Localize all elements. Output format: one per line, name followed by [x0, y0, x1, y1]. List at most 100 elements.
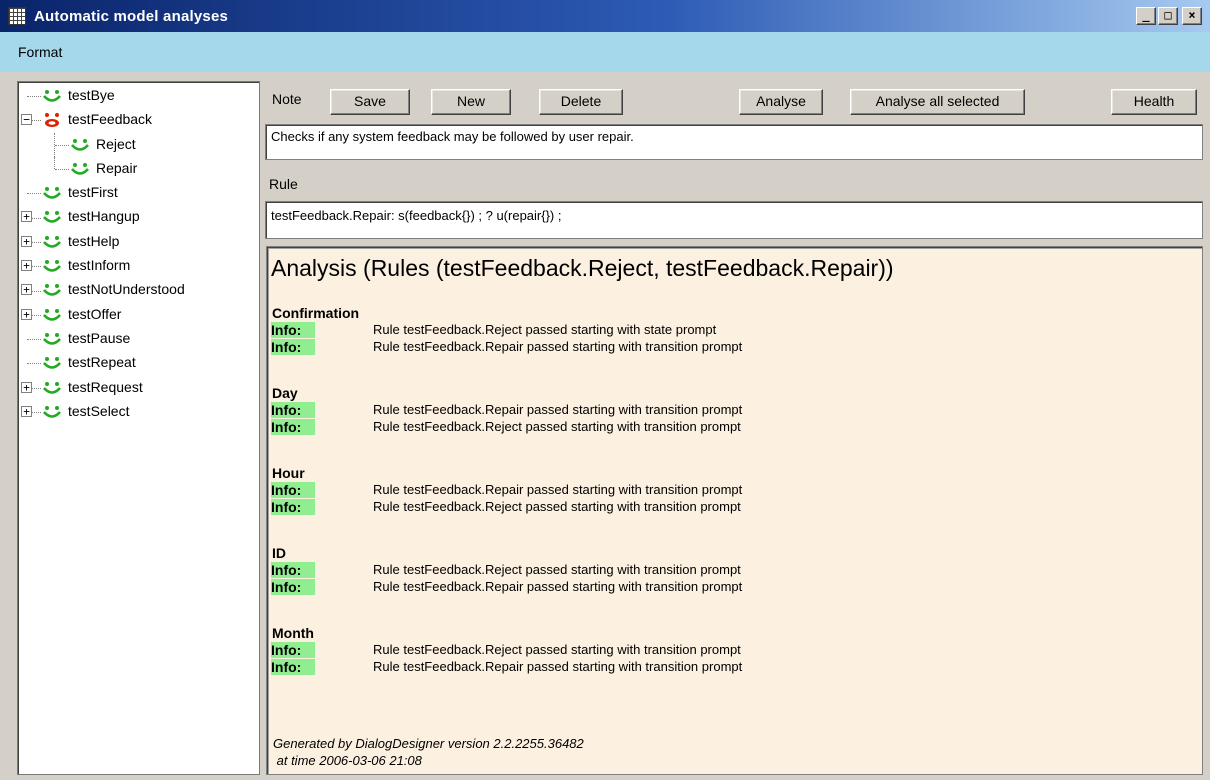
app-window: Automatic model analyses _ □ × Format te…: [0, 0, 1210, 780]
tree-item[interactable]: testFirst: [18, 181, 259, 205]
menu-bar: Format: [0, 32, 1210, 72]
info-badge: Info:: [271, 402, 315, 418]
tree-item-label: testNotUnderstood: [68, 281, 185, 298]
note-label: Note: [272, 91, 302, 107]
tree-item[interactable]: + testOffer: [18, 303, 259, 327]
message-text: Rule testFeedback.Reject passed starting…: [373, 562, 741, 577]
tree-item[interactable]: + testHangup: [18, 205, 259, 229]
tree-item[interactable]: testPause: [18, 327, 259, 351]
save-button[interactable]: Save: [330, 89, 410, 115]
message-text: Rule testFeedback.Repair passed starting…: [373, 402, 743, 417]
tree-item[interactable]: − testFeedback: [18, 108, 259, 132]
tree-connector: [18, 132, 69, 157]
message-row: Info: Rule testFeedback.Reject passed sta…: [271, 562, 1171, 579]
collapse-icon[interactable]: −: [21, 114, 32, 126]
tree-item[interactable]: + testNotUnderstood: [18, 278, 259, 302]
toolbar: Note Save New Delete Analyse Analyse all…: [262, 82, 1210, 118]
section-title: Day: [272, 385, 298, 401]
tree-item-label: testHangup: [68, 208, 140, 225]
window-title: Automatic model analyses: [34, 7, 229, 25]
message-text: Rule testFeedback.Repair passed starting…: [373, 339, 743, 354]
new-button[interactable]: New: [431, 89, 511, 115]
info-badge: Info:: [271, 562, 315, 578]
expand-icon[interactable]: +: [21, 405, 32, 417]
window-controls: _ □ ×: [1136, 7, 1202, 25]
expand-icon[interactable]: +: [21, 260, 32, 272]
message-text: Rule testFeedback.Reject passed starting…: [373, 419, 741, 434]
analyse-all-selected-button[interactable]: Analyse all selected: [850, 89, 1025, 115]
tree-item[interactable]: + testRequest: [18, 376, 259, 400]
section-title: Confirmation: [272, 305, 360, 321]
green-smiley-icon: [42, 209, 62, 225]
maximize-button[interactable]: □: [1158, 7, 1178, 25]
analysis-heading: Analysis (Rules (testFeedback.Reject, te…: [271, 255, 894, 281]
section-title: ID: [272, 545, 286, 561]
tree-item-label: testInform: [68, 257, 131, 274]
green-smiley-icon: [42, 88, 62, 104]
tree-item[interactable]: testBye: [18, 84, 259, 108]
message-row: Info: Rule testFeedback.Repair passed sta…: [271, 402, 1171, 419]
tree-item[interactable]: + testSelect: [18, 400, 259, 424]
green-smiley-icon: [42, 307, 62, 323]
expand-icon[interactable]: +: [21, 235, 32, 247]
delete-button[interactable]: Delete: [539, 89, 623, 115]
tree-item-label: Reject: [96, 135, 136, 152]
menu-format[interactable]: Format: [0, 44, 80, 60]
green-smiley-icon: [70, 137, 90, 153]
close-button[interactable]: ×: [1182, 7, 1202, 25]
message-row: Info: Rule testFeedback.Reject passed sta…: [271, 322, 1171, 339]
rule-input[interactable]: testFeedback.Repair: s(feedback{}) ; ? u…: [265, 201, 1203, 239]
tree-item[interactable]: + testInform: [18, 254, 259, 278]
message-row: Info: Rule testFeedback.Repair passed sta…: [271, 482, 1171, 499]
expand-icon[interactable]: +: [21, 308, 32, 320]
health-button[interactable]: Health: [1111, 89, 1197, 115]
expand-icon[interactable]: +: [21, 381, 32, 393]
tree-item[interactable]: Reject: [18, 132, 259, 157]
info-badge: Info:: [271, 322, 315, 338]
message-text: Rule testFeedback.Repair passed starting…: [373, 579, 743, 594]
tree-item-label: Repair: [96, 159, 138, 176]
tree-item[interactable]: + testHelp: [18, 230, 259, 254]
message-row: Info: Rule testFeedback.Repair passed sta…: [271, 339, 1171, 356]
tree-item-label: testBye: [68, 87, 115, 103]
message-row: Info: Rule testFeedback.Repair passed sta…: [271, 579, 1171, 596]
green-smiley-icon: [42, 355, 62, 371]
message-text: Rule testFeedback.Reject passed starting…: [373, 642, 741, 657]
generated-by-text: Generated by DialogDesigner version 2.2.…: [273, 736, 584, 751]
message-text: Rule testFeedback.Reject passed starting…: [373, 499, 741, 514]
info-badge: Info:: [271, 499, 315, 515]
message-row: Info: Rule testFeedback.Reject passed sta…: [271, 499, 1171, 516]
app-grid-icon: [8, 7, 26, 25]
note-input[interactable]: Checks if any system feedback may be fol…: [265, 124, 1203, 160]
tree-item-label: testPause: [68, 329, 131, 346]
green-smiley-icon: [42, 258, 62, 274]
tree-item-label: testRepeat: [68, 354, 136, 371]
info-badge: Info:: [271, 482, 315, 498]
green-smiley-icon: [42, 234, 62, 250]
message-text: Rule testFeedback.Repair passed starting…: [373, 482, 743, 497]
tree-item[interactable]: Repair: [18, 156, 259, 181]
green-smiley-icon: [70, 161, 90, 177]
tree-item-label: testFirst: [68, 184, 118, 201]
minimize-button[interactable]: _: [1136, 7, 1156, 25]
section-title: Hour: [272, 465, 305, 481]
message-row: Info: Rule testFeedback.Reject passed sta…: [271, 419, 1171, 436]
tree-item[interactable]: testRepeat: [18, 351, 259, 375]
section-title: Month: [272, 625, 314, 641]
title-bar[interactable]: Automatic model analyses _ □ ×: [0, 0, 1210, 32]
red-face-icon: [42, 112, 62, 128]
expand-icon[interactable]: +: [21, 211, 32, 223]
rule-label: Rule: [269, 176, 298, 192]
tree-connector: [18, 156, 69, 181]
rule-tree[interactable]: testBye − testFeedback Reject Repair testFirs…: [17, 81, 260, 775]
message-text: Rule testFeedback.Repair passed starting…: [373, 659, 743, 674]
green-smiley-icon: [42, 185, 62, 201]
tree-item-label: testHelp: [68, 232, 120, 249]
expand-icon[interactable]: +: [21, 284, 32, 296]
info-badge: Info:: [271, 339, 315, 355]
analysis-output[interactable]: Analysis (Rules (testFeedback.Reject, te…: [266, 246, 1203, 775]
green-smiley-icon: [42, 331, 62, 347]
analyse-button[interactable]: Analyse: [739, 89, 823, 115]
green-smiley-icon: [42, 282, 62, 298]
generated-time-text: at time 2006-03-06 21:08: [273, 753, 422, 768]
